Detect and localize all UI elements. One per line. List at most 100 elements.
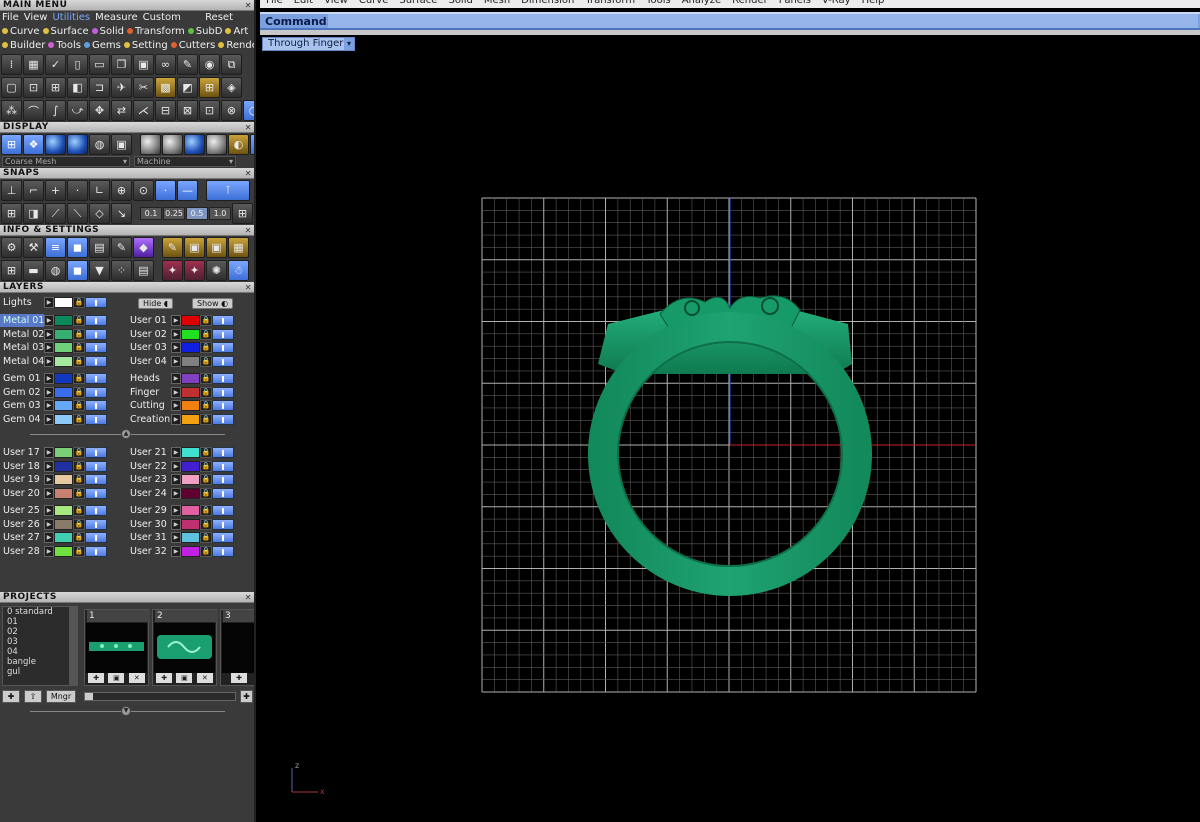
layer-color-swatch[interactable] [181, 400, 200, 412]
main-menu-view[interactable]: View [24, 12, 48, 23]
link-icon[interactable]: ∞ [155, 54, 176, 75]
layer-row[interactable]: Gem 03 ▶ 🔒 [0, 399, 107, 413]
scale-icon[interactable]: ⧉ [221, 54, 242, 75]
close-icon[interactable]: ✕ [128, 673, 145, 683]
layer-name[interactable]: User 19 [0, 473, 44, 486]
flip-icon[interactable]: ⇄ [111, 100, 132, 121]
align-icon[interactable]: ⊟ [155, 100, 176, 121]
edit-tool-icon[interactable]: ✎ [162, 237, 183, 258]
layer-row[interactable]: User 29 ▶ 🔒 [127, 504, 234, 518]
layer-expand-icon[interactable]: ▶ [171, 447, 181, 459]
menubar-analyze[interactable]: Analyze [682, 0, 721, 6]
main-menu-builder[interactable]: Builder [2, 40, 45, 51]
layer-color-swatch[interactable] [54, 447, 73, 459]
layer-color-swatch[interactable] [181, 328, 200, 340]
upload-project-button[interactable]: ⇧ [24, 690, 42, 703]
layer-row[interactable]: User 20 ▶ 🔒 [0, 487, 107, 501]
collapse-icon[interactable]: ✕ [245, 282, 252, 293]
layer-color-swatch[interactable] [181, 342, 200, 354]
layer-color-swatch[interactable] [54, 474, 73, 486]
visibility-toggle[interactable] [212, 505, 234, 517]
orient-icon[interactable]: ⊠ [177, 100, 198, 121]
settings-gear-icon[interactable]: ⚙ [1, 237, 22, 258]
split-icon[interactable]: ⋌ [133, 100, 154, 121]
add-thumb-button[interactable]: ✚ [240, 690, 253, 703]
layer-color-swatch[interactable] [181, 488, 200, 500]
visibility-toggle[interactable] [85, 386, 107, 398]
material-blue-icon[interactable] [184, 134, 205, 155]
layers-icon[interactable]: ≡ [45, 237, 66, 258]
layer-expand-icon[interactable]: ▶ [44, 505, 54, 517]
main-menu-custom[interactable]: Custom [143, 12, 181, 23]
visibility-toggle[interactable] [212, 328, 234, 340]
lock-icon[interactable]: 🔒 [200, 488, 212, 500]
layer-name[interactable]: Gem 04 [0, 413, 44, 426]
layer-name[interactable]: User 17 [0, 446, 44, 459]
layer-color-swatch[interactable] [181, 386, 200, 398]
layer-name[interactable]: Creation [127, 413, 171, 426]
solid-icon[interactable]: ◼ [67, 260, 88, 281]
hide-button[interactable]: Hide ◖ [138, 298, 174, 309]
layer-row[interactable]: Metal 02 ▶ 🔒 [0, 328, 107, 342]
layer-expand-icon[interactable]: ▶ [171, 460, 181, 472]
snap-plane-icon[interactable]: ◇ [89, 203, 110, 224]
visibility-toggle[interactable] [212, 315, 234, 327]
snap-box-icon[interactable]: ⊞ [1, 203, 22, 224]
lock-icon[interactable]: 🔒 [200, 328, 212, 340]
lens-icon[interactable]: ◉ [199, 54, 220, 75]
close-icon[interactable]: ✕ [196, 673, 213, 683]
layer-row[interactable]: User 23 ▶ 🔒 [127, 473, 234, 487]
layer-expand-icon[interactable]: ▶ [171, 356, 181, 368]
main-menu-file[interactable]: File [2, 12, 19, 23]
layer-row[interactable]: User 27 ▶ 🔒 [0, 531, 107, 545]
layer-color-swatch[interactable] [54, 518, 73, 530]
lock-icon[interactable]: 🔒 [73, 315, 85, 327]
layer-name[interactable]: User 32 [127, 545, 171, 558]
layer-row[interactable]: Metal 03 ▶ 🔒 [0, 341, 107, 355]
viewport-icon[interactable]: ▣ [111, 134, 132, 155]
circle-icon[interactable]: ○ [243, 100, 254, 121]
snap-diag-icon[interactable]: ⟍ [67, 203, 88, 224]
save-icon[interactable]: ▣ [108, 673, 125, 683]
lock-icon[interactable]: 🔒 [73, 414, 85, 426]
layer-expand-icon[interactable]: ▶ [44, 356, 54, 368]
collapse-icon[interactable]: ✕ [245, 122, 252, 133]
layer-name[interactable]: User 28 [0, 545, 44, 558]
mesh-dropdown[interactable]: Coarse Mesh [2, 156, 130, 167]
viewport-tab[interactable]: Through Finger ▾ [262, 37, 355, 51]
lock-icon[interactable]: 🔒 [73, 488, 85, 500]
layer-row[interactable]: User 01 ▶ 🔒 [127, 314, 234, 328]
snap-mid-icon[interactable]: · [155, 180, 176, 201]
add-icon[interactable]: ✚ [156, 673, 173, 683]
ring-model[interactable] [588, 295, 872, 596]
menubar-transform[interactable]: Transform [585, 0, 635, 6]
visibility-toggle[interactable] [85, 474, 107, 486]
purple-cube-icon[interactable]: ◆ [133, 237, 154, 258]
menubar-render[interactable]: Render [732, 0, 768, 6]
edit-icon[interactable]: ✎ [111, 237, 132, 258]
layer-color-swatch[interactable] [54, 386, 73, 398]
pipe-icon[interactable]: ⊐ [89, 77, 110, 98]
layer-name[interactable]: User 29 [127, 504, 171, 517]
project-list-item[interactable]: 03 [5, 637, 77, 647]
layer-expand-icon[interactable]: ▶ [171, 414, 181, 426]
menubar-vray[interactable]: V-Ray [822, 0, 851, 6]
layer-expand-icon[interactable]: ▶ [44, 474, 54, 486]
sparkle-icon[interactable]: ✦ [184, 260, 205, 281]
layer-color-swatch[interactable] [181, 546, 200, 558]
layer-expand-icon[interactable]: ▶ [171, 400, 181, 412]
main-menu-surface[interactable]: Surface [42, 26, 89, 37]
shaded-icon[interactable] [45, 134, 66, 155]
layer-row[interactable]: User 31 ▶ 🔒 [127, 531, 234, 545]
cube-icon[interactable]: ◈ [221, 77, 242, 98]
snap-value-0-1[interactable]: 0.1 [140, 207, 162, 220]
lock-icon[interactable]: 🔒 [200, 460, 212, 472]
visibility-toggle[interactable] [212, 386, 234, 398]
main-menu-render[interactable]: Render [218, 40, 254, 51]
layer-expand-icon[interactable]: ▶ [171, 386, 181, 398]
visibility-toggle[interactable] [212, 400, 234, 412]
camera-icon[interactable]: ▣ [184, 237, 205, 258]
layer-expand-icon[interactable]: ▶ [44, 400, 54, 412]
layer-expand-icon[interactable]: ▶ [171, 518, 181, 530]
snap-value-1-0[interactable]: 1.0 [209, 207, 231, 220]
